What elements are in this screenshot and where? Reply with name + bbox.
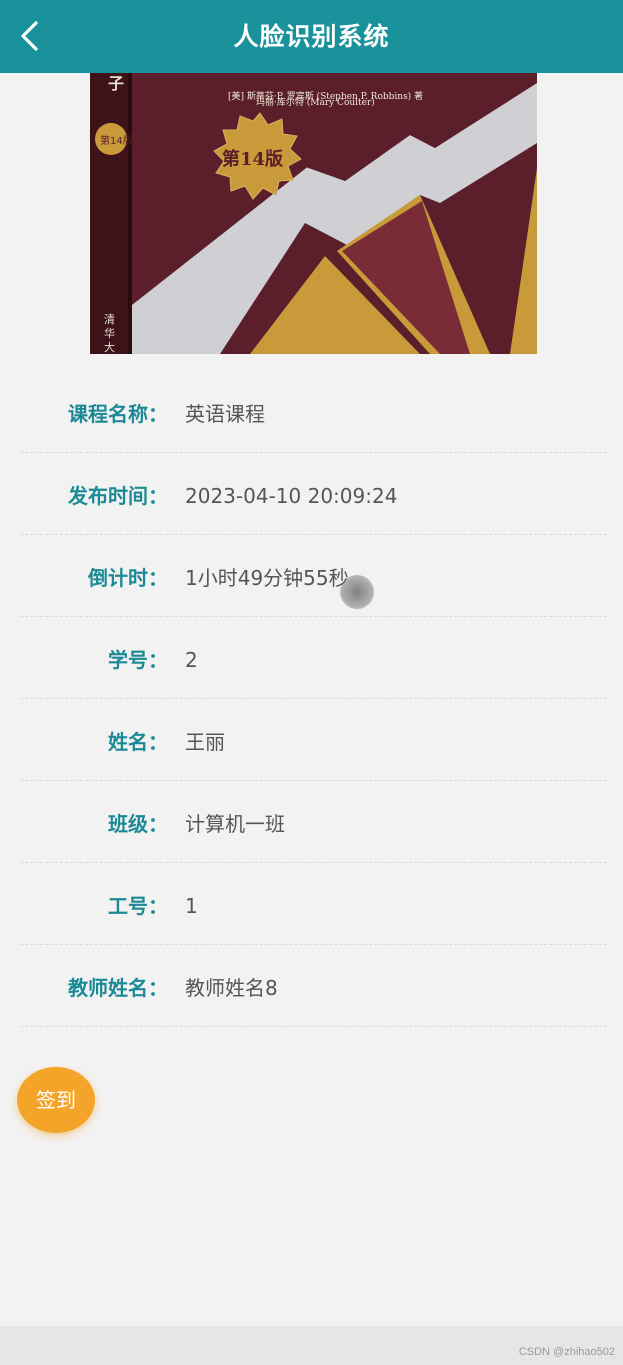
course-cover-image: 子 第14版 清 华 大 [美] 斯蒂芬·P. 罗宾斯 (Stephen P. …	[90, 73, 537, 354]
detail-row-course-name: 课程名称： 英语课程	[20, 371, 607, 453]
detail-row-countdown: 倒计时： 1小时49分钟55秒	[20, 535, 607, 617]
staff-id-label: 工号：	[108, 894, 168, 918]
name-value: 王丽	[185, 730, 225, 754]
publish-time-label: 发布时间：	[68, 484, 168, 508]
countdown-value: 1小时49分钟55秒	[185, 566, 349, 590]
detail-row-staff-id: 工号： 1	[20, 863, 607, 945]
svg-text:第14版: 第14版	[100, 134, 133, 147]
cover-authors-2: 玛丽·库尔特 (Mary Coulter)	[256, 96, 375, 108]
class-value: 计算机一班	[185, 812, 285, 836]
publish-time-value: 2023-04-10 20:09:24	[185, 484, 398, 508]
touch-cursor-indicator	[340, 575, 374, 609]
sign-in-button[interactable]: 签到	[17, 1067, 95, 1133]
course-name-value: 英语课程	[185, 402, 265, 426]
staff-id-value: 1	[185, 894, 198, 918]
svg-text:华: 华	[104, 326, 115, 340]
detail-row-publish-time: 发布时间： 2023-04-10 20:09:24	[20, 453, 607, 535]
svg-text:第14版: 第14版	[222, 148, 283, 170]
course-detail-list: 课程名称： 英语课程 发布时间： 2023-04-10 20:09:24 倒计时…	[20, 371, 607, 1027]
student-id-value: 2	[185, 648, 198, 672]
countdown-label: 倒计时：	[88, 566, 168, 590]
watermark: CSDN @zhihao502	[518, 1346, 615, 1358]
page-title: 人脸识别系统	[233, 22, 390, 51]
teacher-name-value: 教师姓名8	[185, 976, 278, 1000]
course-name-label: 课程名称：	[68, 402, 168, 426]
app-header: 人脸识别系统	[0, 0, 623, 73]
teacher-name-label: 教师姓名：	[68, 976, 168, 1000]
name-label: 姓名：	[108, 730, 168, 754]
svg-text:大: 大	[104, 340, 115, 354]
detail-row-teacher-name: 教师姓名： 教师姓名8	[20, 945, 607, 1027]
svg-text:子: 子	[108, 74, 124, 93]
svg-text:清: 清	[104, 313, 115, 326]
class-label: 班级：	[108, 812, 168, 836]
detail-row-student-id: 学号： 2	[20, 617, 607, 699]
detail-row-class: 班级： 计算机一班	[20, 781, 607, 863]
student-id-label: 学号：	[108, 648, 168, 672]
detail-row-name: 姓名： 王丽	[20, 699, 607, 781]
